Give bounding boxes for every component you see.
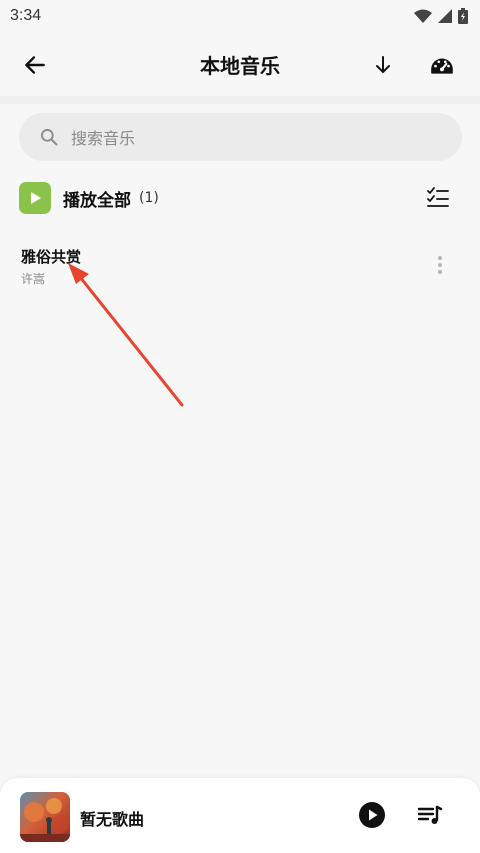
download-button[interactable]	[368, 50, 398, 80]
back-button[interactable]	[20, 50, 50, 80]
status-icons	[414, 8, 468, 24]
play-circle-icon	[359, 802, 385, 828]
checklist-icon	[427, 187, 449, 207]
signal-icon	[438, 9, 452, 23]
more-dot-icon	[438, 270, 442, 274]
arrow-down-icon	[376, 56, 390, 73]
arrow-left-icon	[25, 56, 45, 74]
search-placeholder: 搜索音乐	[71, 129, 136, 148]
playlist-icon	[417, 805, 443, 824]
wifi-icon	[414, 9, 432, 23]
song-count: (1)	[139, 190, 159, 206]
multiselect-button[interactable]	[425, 185, 451, 211]
album-cover[interactable]	[20, 792, 70, 842]
play-all-label: 播放全部	[63, 190, 131, 211]
song-title: 雅俗共赏	[21, 248, 82, 266]
song-more-button[interactable]	[432, 252, 448, 278]
page-title: 本地音乐	[200, 53, 280, 78]
speedometer-icon	[431, 58, 453, 74]
search-input[interactable]: 搜索音乐	[19, 113, 462, 161]
more-dot-icon	[438, 256, 442, 260]
song-artist: 许嵩	[21, 272, 46, 286]
more-dot-icon	[438, 263, 442, 267]
play-all-row[interactable]: 播放全部 (1)	[19, 181, 461, 215]
status-time: 3:34	[10, 7, 42, 24]
speed-button[interactable]	[427, 50, 457, 80]
play-icon	[31, 192, 41, 204]
list-item[interactable]: 雅俗共赏 许嵩	[0, 238, 480, 294]
header-divider	[0, 96, 480, 104]
battery-icon	[458, 8, 468, 24]
status-bar: 3:34	[0, 0, 480, 32]
play-all-button[interactable]	[19, 182, 51, 214]
album-art-image	[20, 792, 70, 842]
play-pause-button[interactable]	[357, 800, 387, 830]
now-playing-title: 暂无歌曲	[80, 810, 145, 829]
search-icon	[41, 129, 58, 146]
app-header: 本地音乐	[0, 32, 480, 96]
playlist-button[interactable]	[415, 800, 445, 830]
mini-player[interactable]: 暂无歌曲	[0, 778, 480, 853]
